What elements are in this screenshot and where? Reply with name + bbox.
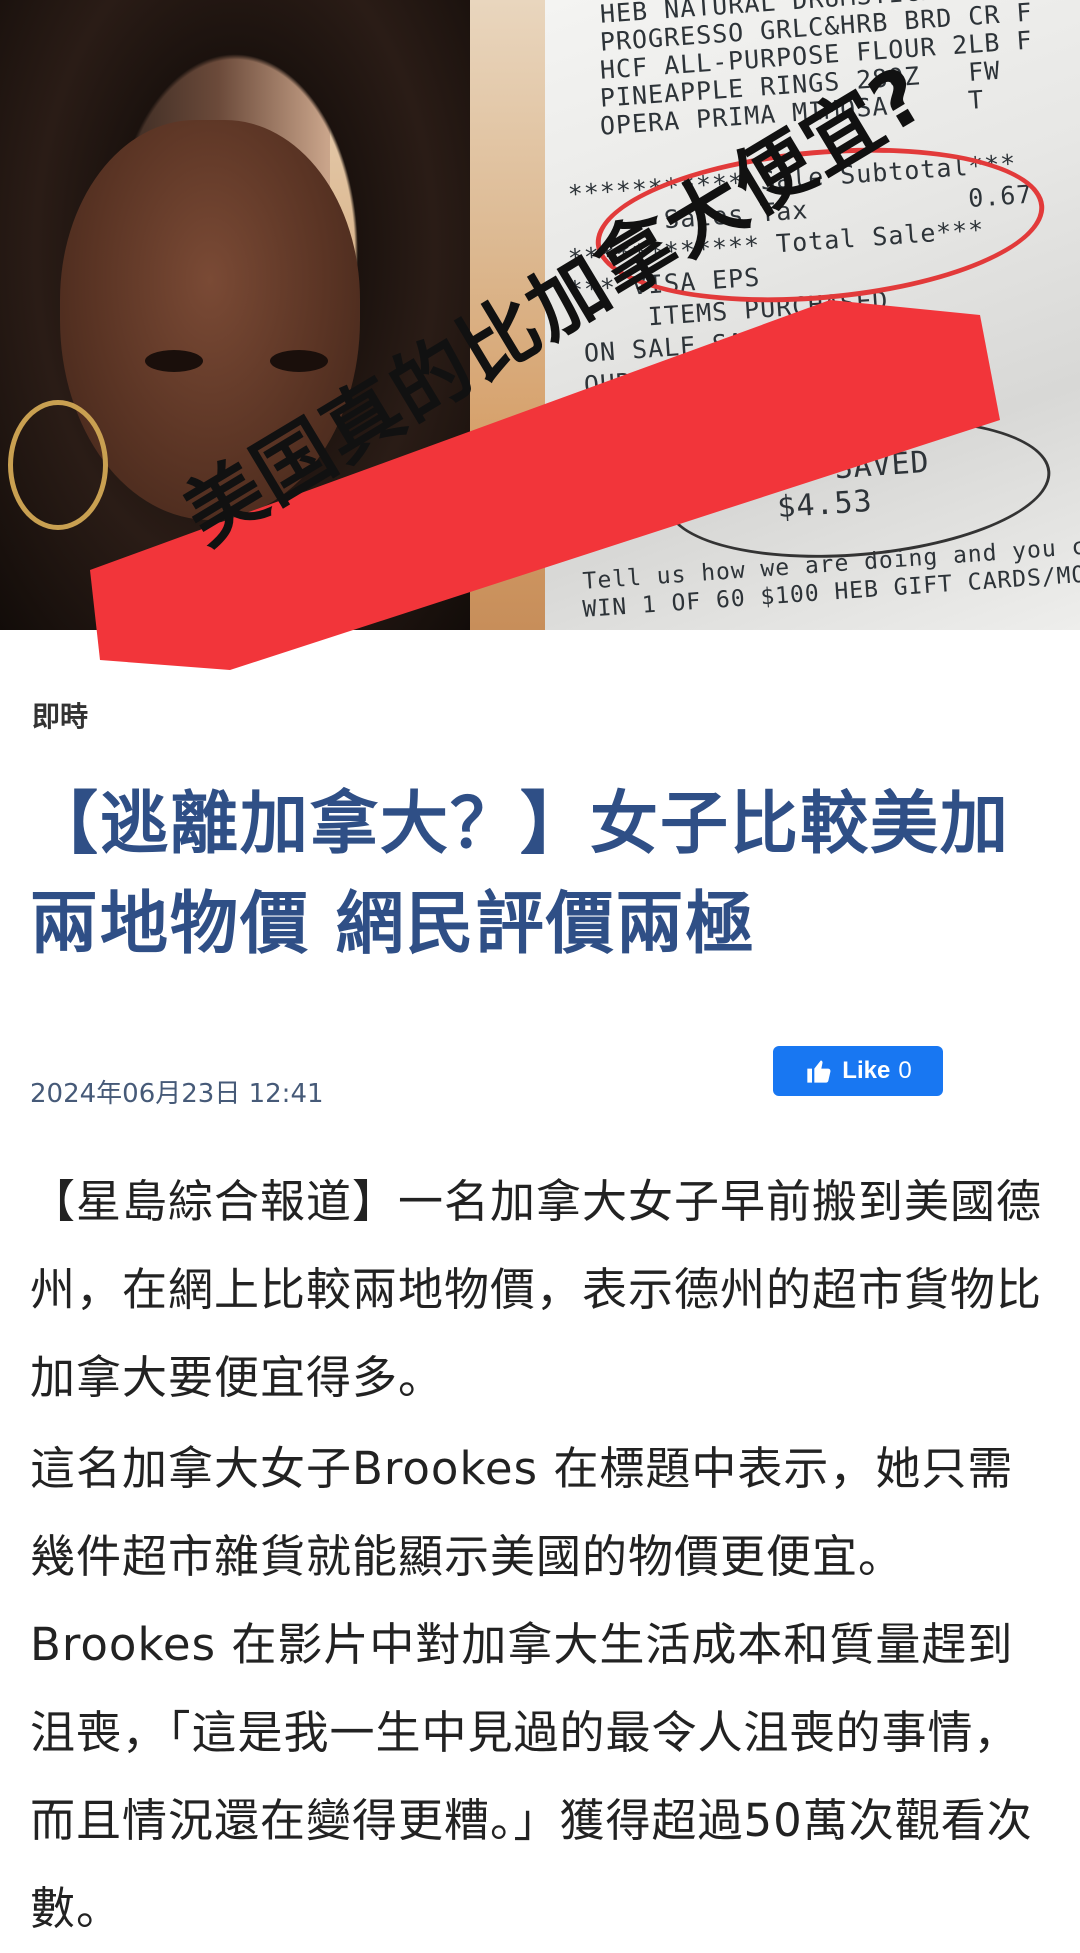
thumbs-up-icon	[807, 1060, 831, 1083]
like-count: 0	[898, 1057, 912, 1084]
receipt-photo: HEB NATURAL DRUMSTICKS 3.46 PROGRESSO GR…	[545, 0, 1080, 630]
category-label[interactable]: 即時	[32, 695, 88, 735]
hero-image: HEB NATURAL DRUMSTICKS 3.46 PROGRESSO GR…	[0, 0, 1080, 630]
earring	[8, 400, 108, 530]
facebook-like-button[interactable]: Like 0	[773, 1046, 943, 1096]
article-headline: 【逃離加拿大？】女子比較美加兩地物價 網民評價兩極	[30, 785, 1011, 964]
publish-date: 2024年06月23日 12:41	[30, 1079, 324, 1109]
left-eye	[145, 350, 203, 372]
lips	[195, 520, 290, 558]
right-eye	[270, 350, 328, 372]
like-label: Like	[842, 1057, 891, 1084]
woman-photo	[0, 0, 545, 630]
article-paragraph: 這名加拿大女子Brookes 在標題中表示，她只需幾件超市雜貨就能顯示美國的物價…	[30, 1442, 1033, 1935]
article-paragraph: 【星島綜合報道】一名加拿大女子早前搬到美國德州，在網上比較兩地物價，表示德州的超…	[30, 1175, 1043, 1404]
